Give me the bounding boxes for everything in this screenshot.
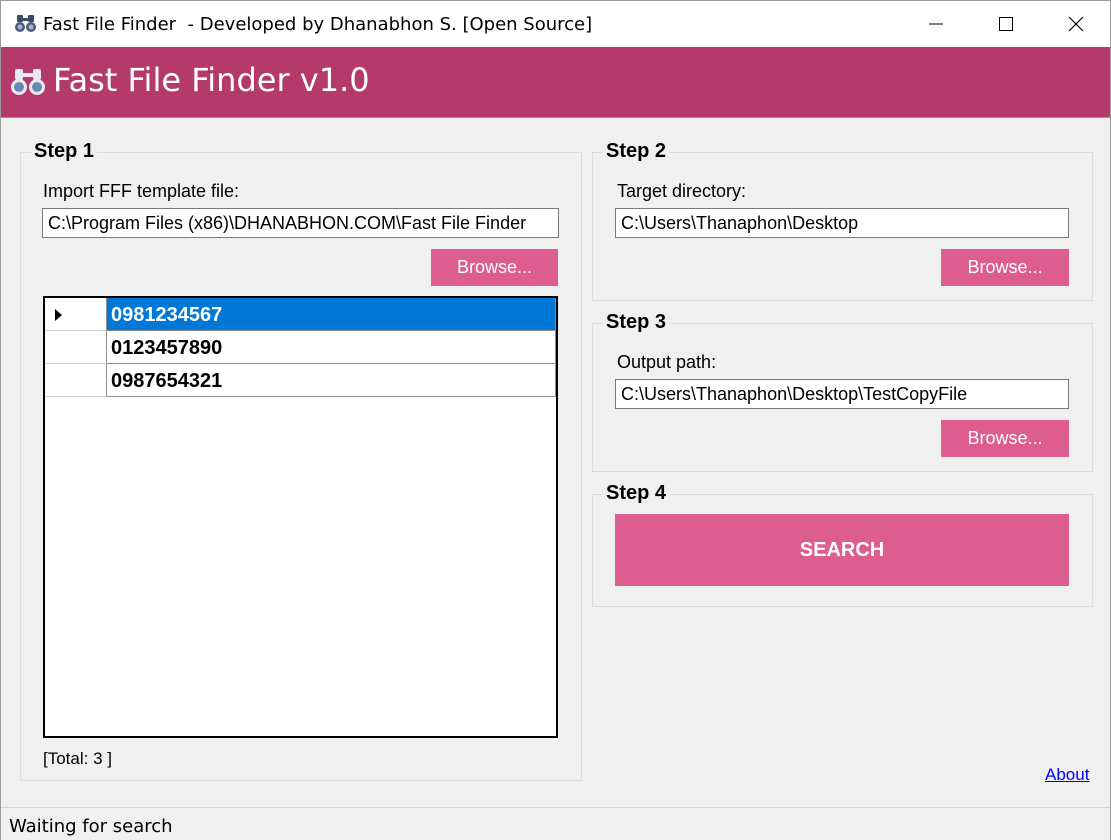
binoculars-icon xyxy=(11,69,45,95)
output-path-label: Output path: xyxy=(617,352,717,372)
binoculars-icon xyxy=(15,15,36,32)
template-file-label: Import FFF template file: xyxy=(43,181,240,201)
search-button[interactable]: SEARCH xyxy=(615,514,1069,586)
template-data-grid[interactable]: 0981234567 0123457890 0987654321 xyxy=(43,296,558,738)
template-browse-button[interactable]: Browse... xyxy=(431,249,558,286)
table-row[interactable]: 0981234567 xyxy=(45,298,556,331)
about-link[interactable]: About xyxy=(1045,765,1089,785)
step3-label: Step 3 xyxy=(603,311,670,334)
total-count: [Total: 3 ] xyxy=(43,749,112,768)
header-banner: Fast File Finder v1.0 xyxy=(1,47,1110,118)
row-header[interactable] xyxy=(45,298,107,331)
table-cell[interactable]: 0123457890 xyxy=(107,331,556,364)
maximize-icon xyxy=(999,17,1013,31)
target-browse-button[interactable]: Browse... xyxy=(941,249,1069,286)
table-row[interactable]: 0987654321 xyxy=(45,364,556,397)
target-directory-label: Target directory: xyxy=(617,181,747,201)
app-heading: Fast File Finder v1.0 xyxy=(53,61,370,99)
window-title: Fast File Finder - Developed by Dhanabho… xyxy=(43,14,593,35)
status-text: Waiting for search xyxy=(9,816,173,837)
table-cell[interactable]: 0981234567 xyxy=(107,298,556,331)
maximize-button[interactable] xyxy=(971,1,1041,47)
title-bar[interactable]: Fast File Finder - Developed by Dhanabho… xyxy=(1,1,1110,47)
table-row[interactable]: 0123457890 xyxy=(45,331,556,364)
output-browse-button[interactable]: Browse... xyxy=(941,420,1069,457)
step2-label: Step 2 xyxy=(603,140,670,163)
step1-label: Step 1 xyxy=(31,140,98,163)
step4-label: Step 4 xyxy=(603,482,670,505)
template-file-input[interactable]: C:\Program Files (x86)\DHANABHON.COM\Fas… xyxy=(42,208,559,238)
minimize-icon xyxy=(929,23,943,25)
app-window: Fast File Finder - Developed by Dhanabho… xyxy=(0,0,1111,840)
status-bar: Waiting for search xyxy=(1,807,1110,840)
target-directory-input[interactable]: C:\Users\Thanaphon\Desktop xyxy=(615,208,1069,238)
row-header[interactable] xyxy=(45,331,107,364)
close-icon xyxy=(1068,16,1084,32)
close-button[interactable] xyxy=(1041,1,1111,47)
minimize-button[interactable] xyxy=(901,1,971,47)
row-header[interactable] xyxy=(45,364,107,397)
table-cell[interactable]: 0987654321 xyxy=(107,364,556,397)
output-path-input[interactable]: C:\Users\Thanaphon\Desktop\TestCopyFile xyxy=(615,379,1069,409)
current-row-indicator-icon xyxy=(55,309,62,321)
